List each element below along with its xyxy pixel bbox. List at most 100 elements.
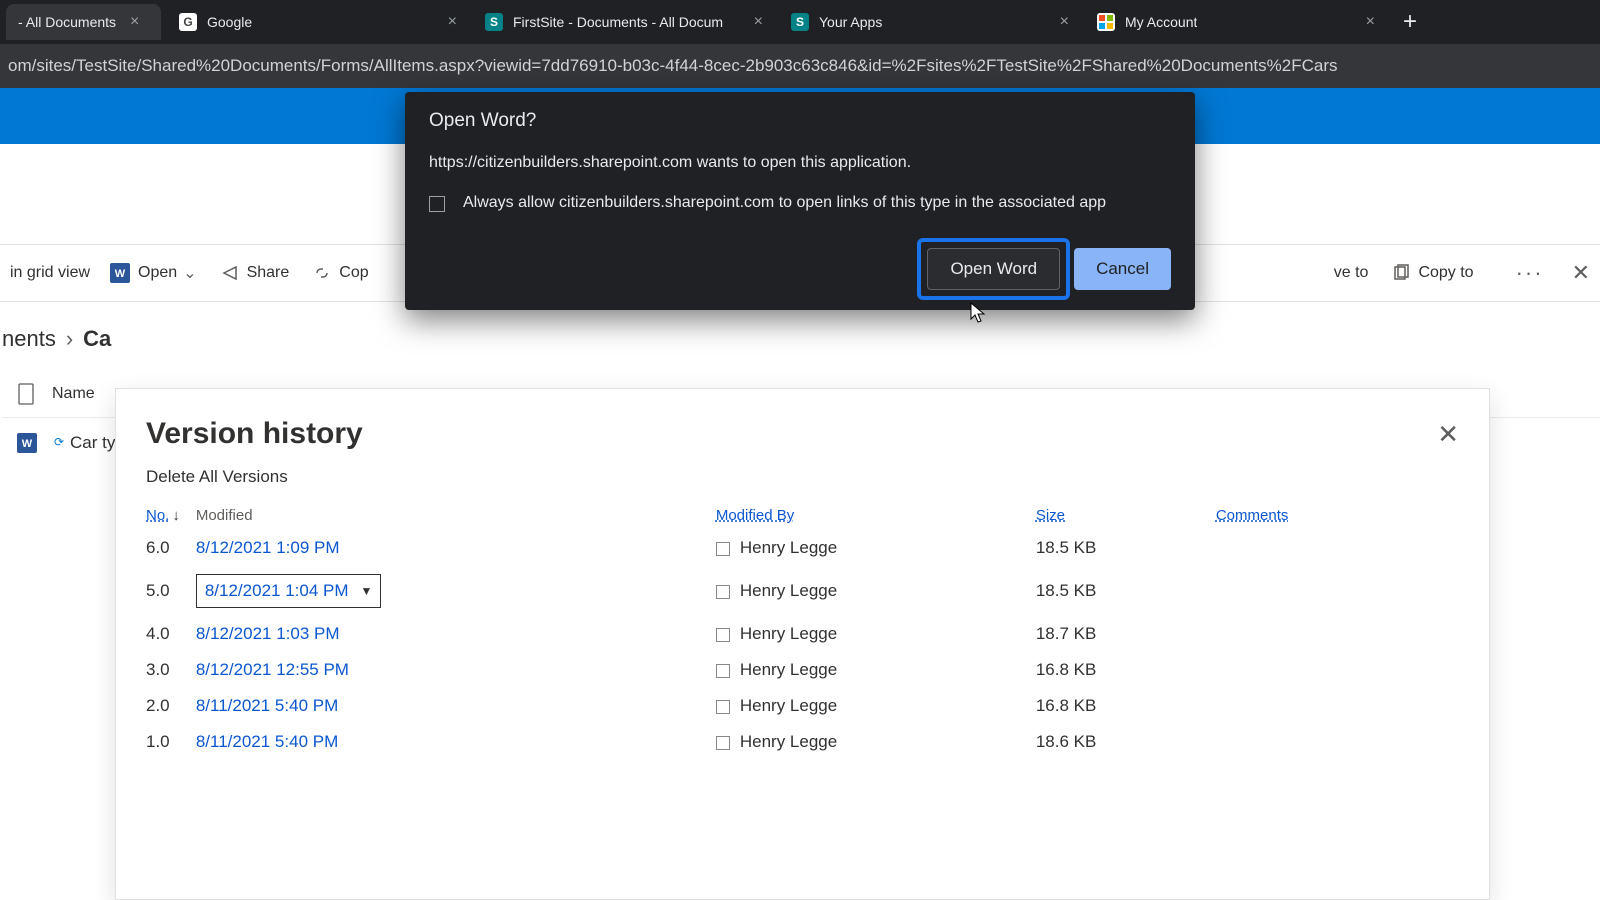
- tab-google[interactable]: G Google ×: [167, 4, 467, 40]
- col-modified[interactable]: Modified: [188, 501, 708, 530]
- copy-link-button[interactable]: Cop: [313, 264, 368, 282]
- google-icon: G: [179, 13, 197, 31]
- checkbox-icon[interactable]: [716, 736, 730, 750]
- cmd-label: in grid view: [10, 264, 90, 282]
- version-modified-link[interactable]: 8/12/2021 1:03 PM: [196, 624, 340, 643]
- version-by: Henry Legge: [740, 732, 837, 751]
- version-modified-link[interactable]: 8/12/2021 1:09 PM: [196, 538, 340, 557]
- dialog-title: Open Word?: [429, 110, 1171, 132]
- url-text: om/sites/TestSite/Shared%20Documents/For…: [8, 56, 1338, 76]
- cmd-label: Share: [247, 264, 290, 282]
- version-size: 18.5 KB: [1028, 530, 1208, 566]
- version-modified-link[interactable]: 8/12/2021 1:04 PM: [205, 581, 349, 601]
- col-comments[interactable]: Comments: [1208, 501, 1489, 530]
- close-icon[interactable]: ×: [1060, 13, 1069, 31]
- tab-title: Google: [207, 14, 252, 30]
- file-type-icon: [2, 383, 52, 405]
- move-to-button[interactable]: ve to: [1334, 264, 1369, 282]
- share-button[interactable]: Share: [221, 264, 290, 282]
- close-icon[interactable]: ✕: [1437, 419, 1459, 450]
- version-row[interactable]: 6.08/12/2021 1:09 PMHenry Legge18.5 KB: [116, 530, 1489, 566]
- version-modified-link[interactable]: 8/11/2021 5:40 PM: [196, 696, 338, 715]
- column-name[interactable]: Name: [52, 385, 95, 403]
- new-tab-button[interactable]: +: [1391, 8, 1429, 36]
- version-by: Henry Legge: [740, 581, 837, 600]
- version-by: Henry Legge: [740, 660, 837, 679]
- version-comments: [1208, 566, 1489, 616]
- close-icon[interactable]: ×: [130, 13, 139, 31]
- version-size: 16.8 KB: [1028, 688, 1208, 724]
- version-no: 1.0: [116, 724, 188, 760]
- version-row[interactable]: 3.0 8/12/2021 12:55 PM Henry Legge 16.8 KB: [116, 652, 1489, 688]
- checkbox-icon[interactable]: [716, 628, 730, 642]
- col-modified-by[interactable]: Modified By: [708, 501, 1028, 530]
- breadcrumb-parent[interactable]: nents: [2, 326, 56, 352]
- version-by: Henry Legge: [740, 538, 837, 557]
- cmd-label: ve to: [1334, 264, 1369, 282]
- version-by: Henry Legge: [740, 696, 837, 715]
- tab-all-documents[interactable]: - All Documents ×: [6, 4, 161, 40]
- chevron-down-icon: ⌄: [183, 263, 196, 283]
- version-row[interactable]: 4.08/12/2021 1:03 PMHenry Legge18.7 KB: [116, 616, 1489, 652]
- breadcrumb: nents › Ca: [2, 302, 1600, 370]
- close-icon[interactable]: ×: [1366, 13, 1375, 31]
- version-no: 5.0: [116, 566, 188, 616]
- copy-icon: [1392, 264, 1410, 282]
- open-word-button[interactable]: Open Word: [927, 248, 1060, 290]
- version-row[interactable]: 2.0 8/11/2021 5:40 PM Henry Legge 16.8 KB: [116, 688, 1489, 724]
- version-history-panel: Version history ✕ Delete All Versions No…: [115, 388, 1490, 900]
- version-comments: [1208, 616, 1489, 652]
- col-size[interactable]: Size: [1028, 501, 1208, 530]
- version-row[interactable]: 5.08/12/2021 1:04 PM▼Henry Legge18.5 KB: [116, 566, 1489, 616]
- tab-your-apps[interactable]: S Your Apps ×: [779, 4, 1079, 40]
- checkbox-icon[interactable]: [716, 664, 730, 678]
- version-comments: [1208, 688, 1489, 724]
- link-icon: [313, 264, 331, 282]
- version-no: 4.0: [116, 616, 188, 652]
- version-comments: [1208, 724, 1489, 760]
- version-modified-link[interactable]: 8/12/2021 12:55 PM: [196, 660, 349, 679]
- close-icon[interactable]: ×: [754, 13, 763, 31]
- version-modified-link[interactable]: 8/11/2021 5:40 PM: [196, 732, 338, 751]
- browser-tabstrip: - All Documents × G Google × S FirstSite…: [0, 0, 1600, 44]
- cmd-label: Cop: [339, 264, 368, 282]
- version-no: 2.0: [116, 688, 188, 724]
- word-file-icon: W: [2, 433, 52, 453]
- tab-my-account[interactable]: My Account ×: [1085, 4, 1385, 40]
- delete-all-versions-link[interactable]: Delete All Versions: [116, 467, 1489, 501]
- version-comments: [1208, 530, 1489, 566]
- copy-to-button[interactable]: Copy to: [1392, 264, 1473, 282]
- close-panel-button[interactable]: ✕: [1572, 260, 1590, 286]
- tab-title: FirstSite - Documents - All Docum: [513, 14, 723, 30]
- open-button[interactable]: W Open ⌄: [110, 263, 197, 283]
- edit-grid-view-button[interactable]: in grid view: [10, 264, 90, 282]
- sort-desc-icon: ↓: [172, 507, 180, 524]
- chevron-down-icon: ▼: [361, 584, 373, 598]
- version-comments: [1208, 652, 1489, 688]
- tab-title: My Account: [1125, 14, 1197, 30]
- cmd-label: Open: [138, 264, 177, 282]
- version-size: 18.6 KB: [1028, 724, 1208, 760]
- version-size: 16.8 KB: [1028, 652, 1208, 688]
- version-row[interactable]: 1.0 8/11/2021 5:40 PM Henry Legge 18.6 KB: [116, 724, 1489, 760]
- cancel-button[interactable]: Cancel: [1074, 248, 1171, 290]
- sharepoint-icon: S: [791, 13, 809, 31]
- version-no: 3.0: [116, 652, 188, 688]
- version-size: 18.7 KB: [1028, 616, 1208, 652]
- svg-text:W: W: [115, 268, 126, 280]
- close-icon[interactable]: ×: [448, 13, 457, 31]
- checkbox-icon[interactable]: [716, 585, 730, 599]
- chevron-right-icon: ›: [66, 326, 73, 352]
- url-bar[interactable]: om/sites/TestSite/Shared%20Documents/For…: [0, 44, 1600, 88]
- more-actions-button[interactable]: ···: [1516, 260, 1544, 286]
- col-no[interactable]: No.↓: [116, 501, 188, 530]
- version-modified-dropdown[interactable]: 8/12/2021 1:04 PM ▼: [196, 574, 382, 608]
- always-allow-row[interactable]: Always allow citizenbuilders.sharepoint.…: [429, 194, 1171, 212]
- checkbox-icon[interactable]: [716, 700, 730, 714]
- version-table: No.↓ Modified Modified By Size Comments …: [116, 501, 1489, 760]
- share-icon: [221, 264, 239, 282]
- tab-title: Your Apps: [819, 14, 882, 30]
- tab-firstsite[interactable]: S FirstSite - Documents - All Docum ×: [473, 4, 773, 40]
- checkbox-icon[interactable]: [716, 542, 730, 556]
- checkbox-icon[interactable]: [429, 196, 445, 212]
